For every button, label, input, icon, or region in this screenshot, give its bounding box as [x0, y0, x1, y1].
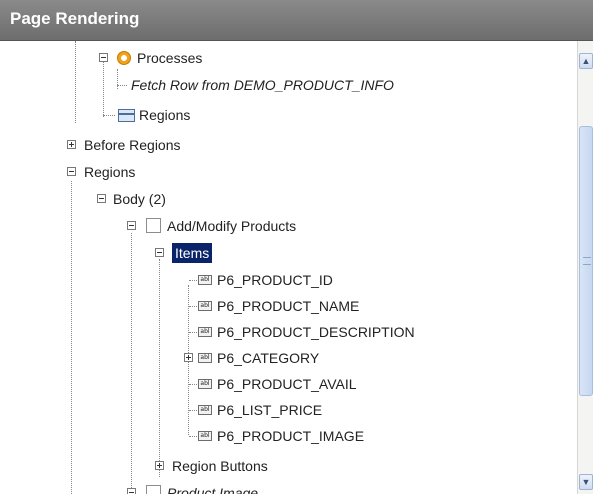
tree-item-row[interactable]: abl P6_PRODUCT_ID [0, 269, 577, 291]
text-item-icon: abl [198, 431, 212, 441]
region-icon [118, 109, 135, 122]
tree-node-regions[interactable]: Regions [0, 161, 577, 183]
tree-node-label: Add/Modify Products [167, 218, 297, 234]
collapse-toggle[interactable] [99, 53, 108, 62]
tree-item-label: P6_CATEGORY [217, 350, 320, 366]
tree-item-label: P6_PRODUCT_AVAIL [217, 376, 357, 392]
gear-icon [117, 51, 131, 65]
tree-item-label: P6_PRODUCT_ID [217, 272, 333, 288]
tree-panel: Processes Fetch Row from DEMO_PRODUCT_IN… [0, 41, 577, 494]
scrollbar-thumb[interactable] [579, 126, 593, 396]
tree-node-label: Processes [137, 50, 203, 66]
tree-node-label-selected: Items [172, 243, 213, 263]
tree-node-label: Body (2) [113, 191, 166, 207]
collapse-toggle[interactable] [127, 221, 136, 230]
tree-connector [189, 436, 197, 437]
tree-connector [189, 410, 197, 411]
tree-node-processes[interactable]: Processes [0, 47, 577, 69]
text-item-icon: abl [198, 327, 212, 337]
tree-item-row[interactable]: abl P6_CATEGORY [0, 347, 577, 369]
text-item-icon: abl [198, 405, 212, 415]
tree-node-before-regions[interactable]: Before Regions [0, 134, 577, 156]
tree-item-label: P6_LIST_PRICE [217, 402, 323, 418]
tree-node-label: Fetch Row from DEMO_PRODUCT_INFO [131, 77, 394, 93]
expand-toggle[interactable] [155, 461, 164, 470]
text-item-icon: abl [198, 379, 212, 389]
expand-toggle[interactable] [67, 140, 76, 149]
text-item-icon: abl [198, 353, 212, 363]
vertical-scrollbar[interactable]: ▲ ▼ [577, 41, 593, 494]
tree-connector [189, 384, 197, 385]
chevron-up-icon: ▲ [581, 56, 591, 66]
region-box-icon [146, 485, 161, 494]
tree-node-label: Regions [84, 164, 136, 180]
tree-connector [103, 115, 115, 116]
collapse-toggle[interactable] [97, 194, 106, 203]
tree-node-regions-child[interactable]: Regions [0, 104, 577, 126]
tree-node-fetch-row[interactable]: Fetch Row from DEMO_PRODUCT_INFO [0, 74, 577, 96]
region-box-icon [146, 218, 161, 233]
tree-node-product-image[interactable]: Product Image [0, 482, 577, 494]
tree-item-label: P6_PRODUCT_DESCRIPTION [217, 324, 415, 340]
expand-toggle[interactable] [184, 353, 193, 362]
panel-title: Page Rendering [10, 9, 140, 28]
tree-item-row[interactable]: abl P6_PRODUCT_DESCRIPTION [0, 321, 577, 343]
tree-node-add-modify-products[interactable]: Add/Modify Products [0, 215, 577, 237]
tree-connector [189, 306, 197, 307]
tree-item-row[interactable]: abl P6_PRODUCT_NAME [0, 295, 577, 317]
tree-item-row[interactable]: abl P6_PRODUCT_AVAIL [0, 373, 577, 395]
scroll-up-button[interactable]: ▲ [579, 53, 593, 69]
tree-node-body[interactable]: Body (2) [0, 188, 577, 210]
collapse-toggle[interactable] [127, 488, 136, 494]
tree-node-items[interactable]: Items [0, 242, 577, 264]
tree-connector [189, 280, 197, 281]
text-item-icon: abl [198, 275, 212, 285]
tree-item-label: P6_PRODUCT_IMAGE [217, 428, 365, 444]
scroll-down-button[interactable]: ▼ [579, 474, 593, 490]
tree-node-label: Region Buttons [172, 458, 268, 474]
tree-node-label: Regions [139, 107, 191, 123]
tree-node-label: Before Regions [84, 137, 181, 153]
text-item-icon: abl [198, 301, 212, 311]
collapse-toggle[interactable] [155, 248, 164, 257]
chevron-down-icon: ▼ [581, 477, 591, 487]
tree-connector [189, 332, 197, 333]
tree-item-row[interactable]: abl P6_LIST_PRICE [0, 399, 577, 421]
tree-item-row[interactable]: abl P6_PRODUCT_IMAGE [0, 425, 577, 447]
tree-node-label: Product Image [167, 485, 259, 494]
collapse-toggle[interactable] [67, 167, 76, 176]
tree-item-label: P6_PRODUCT_NAME [217, 298, 360, 314]
tree-connector [117, 85, 127, 86]
grip-icon [583, 257, 591, 265]
panel-header: Page Rendering [0, 0, 593, 41]
tree-node-region-buttons[interactable]: Region Buttons [0, 455, 577, 477]
